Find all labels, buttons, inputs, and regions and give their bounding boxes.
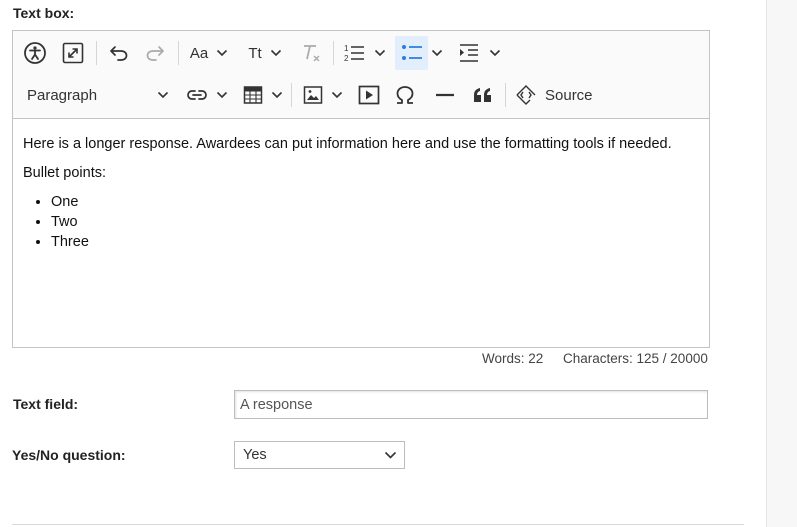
toolbar-separator (291, 83, 292, 107)
font-size-dropdown[interactable]: Tt (241, 39, 289, 67)
table-dropdown[interactable] (239, 81, 287, 109)
numbered-list-icon: 1 2 (344, 44, 364, 63)
chevron-down-icon (217, 49, 228, 57)
accessibility-help-button[interactable] (21, 39, 49, 67)
word-count: Words: 22 (482, 351, 544, 366)
rich-text-editor: Aa Tt 1 2 Paragraph Source Here is a lon… (12, 30, 710, 348)
chevron-down-icon (374, 49, 386, 57)
svg-text:2: 2 (344, 54, 349, 63)
chevron-down-icon (157, 91, 169, 99)
accessibility-icon (24, 42, 46, 64)
content-paragraph: Bullet points: (23, 164, 107, 181)
bullet-list: One Two Three (23, 192, 699, 252)
content-paragraph: Here is a longer response. Awardees can … (23, 136, 672, 152)
font-size-label: Tt (248, 44, 262, 62)
horizontal-line-button[interactable] (431, 81, 459, 109)
block-quote-button[interactable] (469, 81, 497, 109)
fullscreen-button[interactable] (59, 39, 87, 67)
undo-icon (110, 46, 128, 61)
right-scroll-rail (766, 0, 797, 527)
image-icon (303, 86, 323, 104)
indent-dropdown[interactable] (454, 39, 504, 67)
yes-no-label: Yes/No question: (12, 447, 126, 463)
toolbar-separator (505, 83, 506, 107)
quote-icon (474, 88, 491, 102)
special-characters-button[interactable] (391, 81, 419, 109)
list-item: Two (51, 212, 699, 232)
svg-text:1: 1 (344, 44, 349, 53)
source-label: Source (545, 86, 593, 104)
source-button[interactable]: Source (513, 81, 603, 109)
insert-media-button[interactable] (355, 81, 383, 109)
undo-button[interactable] (105, 39, 133, 67)
link-icon (187, 90, 207, 100)
bulleted-list-icon (401, 45, 422, 60)
link-dropdown[interactable] (183, 81, 231, 109)
remove-format-icon (304, 45, 320, 62)
yes-no-selected-value: Yes (243, 447, 267, 463)
toolbar-separator (96, 41, 97, 65)
redo-icon (146, 46, 164, 61)
editor-content[interactable]: Here is a longer response. Awardees can … (23, 135, 699, 252)
bulleted-list-button[interactable] (395, 36, 428, 70)
toolbar-separator (178, 41, 179, 65)
bulleted-list-dropdown[interactable] (428, 39, 446, 67)
source-code-icon (516, 85, 536, 105)
media-icon (358, 85, 380, 105)
toolbar-separator (333, 41, 334, 65)
paragraph-style-label: Paragraph (27, 86, 98, 104)
list-item: One (51, 192, 699, 212)
text-field-input[interactable]: A response (234, 390, 708, 419)
chevron-down-icon (489, 49, 501, 57)
remove-format-button[interactable] (297, 39, 325, 67)
image-dropdown[interactable] (299, 81, 347, 109)
text-field-label: Text field: (13, 396, 79, 412)
editor-toolbar: Aa Tt 1 2 Paragraph Source (13, 31, 709, 119)
chevron-down-icon (216, 91, 228, 99)
font-family-dropdown[interactable]: Aa (185, 39, 233, 67)
chevron-down-icon (331, 91, 343, 99)
character-count: Characters: 125 / 20000 (563, 351, 708, 366)
table-icon (243, 86, 263, 104)
chevron-down-icon (431, 49, 443, 57)
omega-icon (396, 86, 414, 104)
horizontal-line-icon (436, 93, 454, 97)
numbered-list-dropdown[interactable]: 1 2 (339, 39, 389, 67)
chevron-down-icon (384, 451, 397, 459)
chevron-down-icon (270, 49, 281, 57)
paragraph-style-dropdown[interactable]: Paragraph (21, 81, 169, 109)
maximize-icon (62, 42, 84, 64)
section-divider (12, 524, 744, 525)
font-family-label: Aa (189, 44, 209, 62)
yes-no-select[interactable]: Yes (234, 441, 405, 469)
list-item: Three (51, 232, 699, 252)
chevron-down-icon (271, 91, 283, 99)
indent-icon (460, 44, 478, 62)
text-box-label: Text box: (13, 5, 75, 21)
redo-button[interactable] (141, 39, 169, 67)
